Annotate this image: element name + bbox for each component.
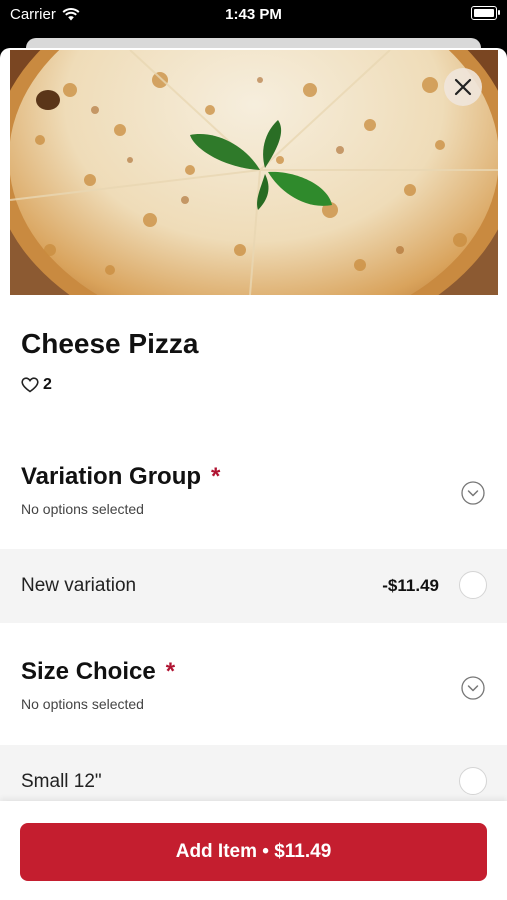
item-title: Cheese Pizza bbox=[21, 328, 199, 359]
group-title-text: Size Choice bbox=[21, 658, 156, 685]
like-button[interactable]: 2 bbox=[21, 376, 52, 394]
group-title: Size Choice * bbox=[21, 658, 175, 686]
option-label: Small 12" bbox=[21, 771, 102, 792]
chevron-down-icon[interactable] bbox=[461, 481, 485, 505]
option-price: -$11.49 bbox=[382, 576, 439, 595]
like-count: 2 bbox=[43, 376, 52, 393]
add-item-button[interactable]: Add Item • $11.49 bbox=[20, 823, 487, 881]
option-radio[interactable] bbox=[459, 767, 487, 795]
footer-bar: Add Item • $11.49 bbox=[0, 801, 507, 900]
status-time: 1:43 PM bbox=[225, 6, 282, 23]
close-icon bbox=[454, 78, 472, 96]
group-subtitle: No options selected bbox=[21, 696, 144, 712]
group-subtitle: No options selected bbox=[21, 501, 144, 517]
required-marker: * bbox=[211, 463, 221, 490]
chevron-down-icon[interactable] bbox=[461, 676, 485, 700]
option-label: New variation bbox=[21, 575, 137, 596]
heart-icon bbox=[21, 377, 39, 393]
close-button[interactable] bbox=[444, 68, 482, 106]
option-radio[interactable] bbox=[459, 571, 487, 599]
size-choice-header[interactable]: Size Choice * No options selected bbox=[0, 658, 507, 738]
group-title-text: Variation Group bbox=[21, 463, 202, 490]
variation-group-header[interactable]: Variation Group * No options selected bbox=[0, 463, 507, 543]
option-row-new-variation[interactable]: New variation -$11.49 bbox=[0, 549, 507, 623]
pizza-image bbox=[10, 50, 498, 295]
status-bar: Carrier 1:43 PM bbox=[0, 0, 507, 30]
group-title: Variation Group * bbox=[21, 463, 220, 491]
required-marker: * bbox=[165, 658, 176, 685]
pizza-illustration bbox=[10, 50, 498, 295]
battery-icon bbox=[471, 6, 500, 20]
item-detail-sheet: Cheese Pizza 2 Variation Group * No optio… bbox=[0, 48, 507, 900]
